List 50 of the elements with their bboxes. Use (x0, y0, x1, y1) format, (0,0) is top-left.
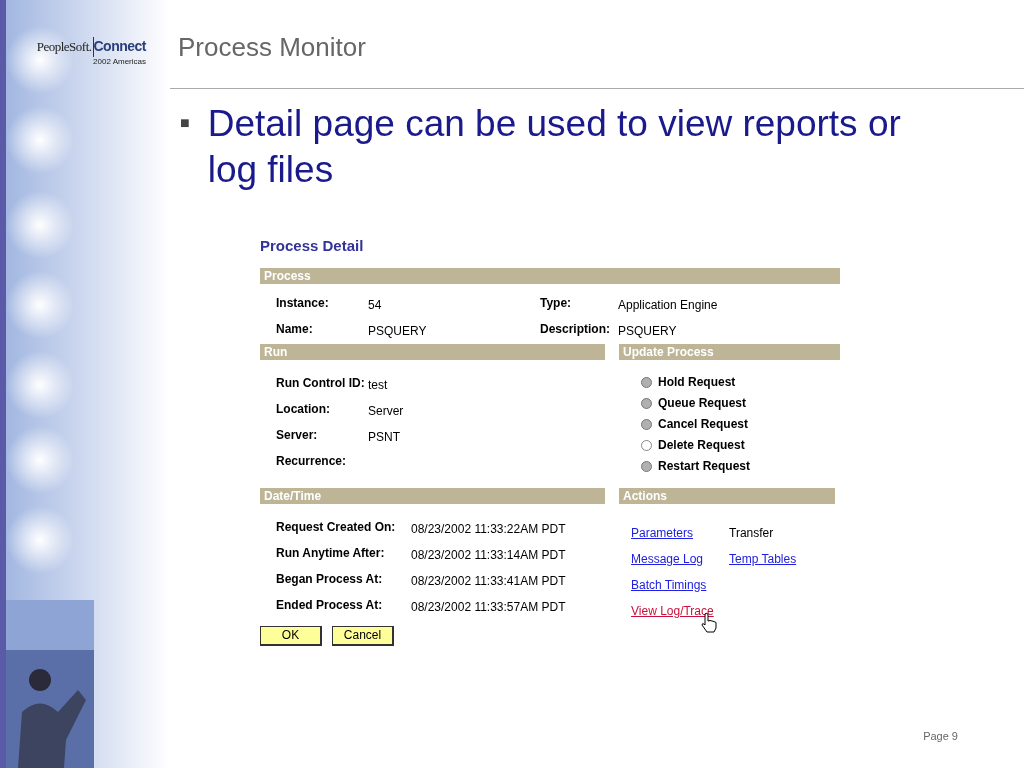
section-header: Date/Time (260, 487, 605, 504)
field-value: 08/23/2002 11:33:22AM PDT (411, 520, 566, 538)
field-value: 08/23/2002 11:33:14AM PDT (411, 546, 566, 564)
section-header: Actions (619, 487, 835, 504)
field-value: Application Engine (618, 296, 718, 314)
action-link[interactable]: Parameters (631, 525, 694, 540)
field-value: PSQUERY (618, 322, 677, 340)
field-label: Instance: (276, 294, 330, 312)
field-label: Run Control ID: (276, 374, 366, 392)
action-link[interactable]: Message Log (631, 551, 704, 566)
field-label: Began Process At: (276, 570, 384, 588)
logo-brand: PeopleSoft. (36, 37, 94, 57)
field-label: Server: (276, 426, 319, 444)
radio-label: Cancel Request (658, 416, 749, 433)
field-label: Request Created On: (276, 518, 397, 536)
action-link[interactable]: Temp Tables (729, 551, 797, 566)
section-header: Process (260, 267, 840, 284)
page-number: Page 9 (923, 728, 958, 744)
field-value: PSNT (368, 428, 400, 446)
radio-label: Hold Request (658, 374, 736, 391)
field-label: Type: (540, 294, 573, 312)
field-value: test (368, 376, 388, 394)
logo-product: Connect (93, 37, 146, 56)
field-label: Ended Process At: (276, 596, 384, 614)
logo-subtitle: 2002 Americas (93, 57, 146, 66)
action-link[interactable]: View Log/Trace (631, 603, 714, 618)
radio-label: Delete Request (658, 437, 745, 454)
field-value: 54 (368, 296, 382, 314)
field-label: Run Anytime After: (276, 544, 386, 562)
section-header: Update Process (619, 343, 840, 360)
field-label: Location: (276, 400, 331, 418)
field-label: Recurrence: (276, 452, 348, 470)
action-text: Transfer (729, 525, 774, 540)
radio-button[interactable] (641, 439, 652, 451)
radio-label: Queue Request (658, 395, 747, 412)
field-value: 08/23/2002 11:33:41AM PDT (411, 572, 566, 590)
field-label: Name: (276, 320, 314, 338)
section-header: Run (260, 343, 605, 360)
field-value: 08/23/2002 11:33:57AM PDT (411, 598, 566, 616)
page-title: Process Detail (260, 236, 365, 256)
slide-title: Process Monitor (178, 32, 366, 62)
field-label: Description: (540, 320, 611, 338)
field-value: Server (368, 402, 404, 420)
action-link[interactable]: Batch Timings (631, 577, 707, 592)
form-button[interactable]: Cancel (332, 625, 394, 646)
radio-label: Restart Request (658, 458, 751, 475)
field-value: PSQUERY (368, 322, 427, 340)
bullet-text: Detail page can be used to view reports or log files (207, 102, 902, 192)
form-button[interactable]: OK (260, 625, 322, 646)
bullet-icon: ■ (180, 101, 190, 125)
